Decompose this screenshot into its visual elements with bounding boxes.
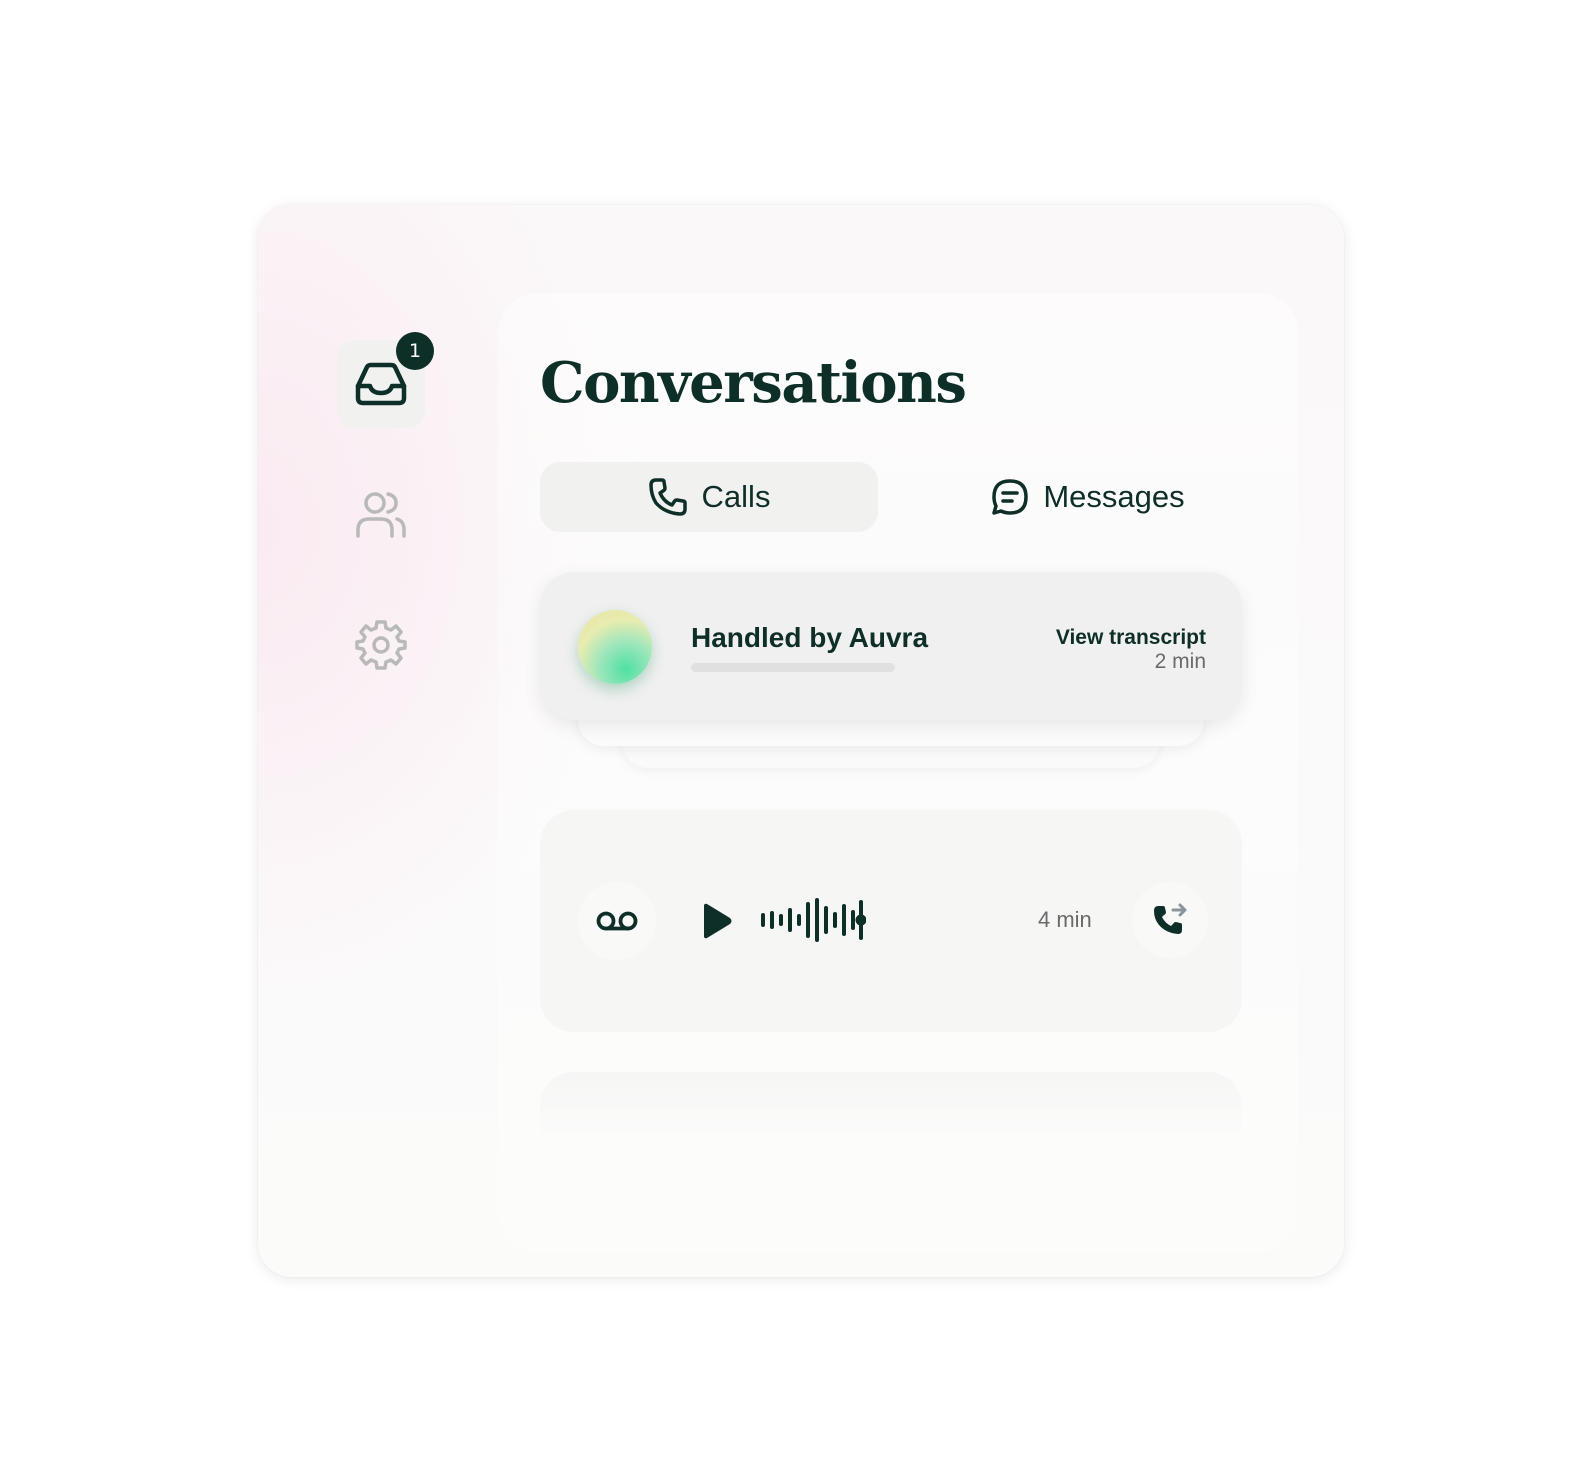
assistant-avatar-orb	[578, 610, 652, 684]
tab-messages[interactable]: Messages	[938, 462, 1238, 532]
call-card-faded	[540, 1072, 1242, 1222]
chat-bubble-icon	[992, 479, 1029, 515]
inbox-badge: 1	[396, 332, 434, 370]
page-title: Conversations	[540, 350, 967, 416]
call-card-auvra[interactable]: Handled by Auvra View transcript 2 min	[540, 572, 1242, 720]
call-back-button[interactable]	[1132, 882, 1208, 958]
phone-forward-icon	[1154, 903, 1187, 934]
tab-calls-label: Calls	[701, 479, 771, 514]
sidebar-item-settings[interactable]	[337, 600, 425, 688]
gear-icon	[355, 620, 407, 670]
voicemail-duration: 4 min	[1038, 907, 1092, 932]
tab-messages-label: Messages	[1043, 479, 1185, 514]
voicemail-icon-container	[578, 882, 656, 960]
call-card-title: Handled by Auvra	[691, 622, 929, 653]
voicemail-card[interactable]: 4 min	[540, 810, 1242, 1032]
call-duration: 2 min	[1154, 650, 1206, 673]
inbox-icon	[355, 362, 407, 406]
voicemail-icon	[596, 911, 638, 931]
sidebar-item-contacts[interactable]	[337, 470, 425, 558]
tab-calls[interactable]: Calls	[540, 462, 878, 532]
phone-icon	[648, 478, 687, 516]
users-icon	[356, 492, 406, 538]
stage: 1 Conversations Calls Messages Handled b…	[0, 0, 1596, 1470]
view-transcript-link[interactable]: View transcript	[1056, 626, 1206, 650]
waveform-icon	[761, 898, 866, 942]
call-card-progress-placeholder	[691, 663, 895, 672]
play-icon[interactable]	[700, 902, 734, 940]
